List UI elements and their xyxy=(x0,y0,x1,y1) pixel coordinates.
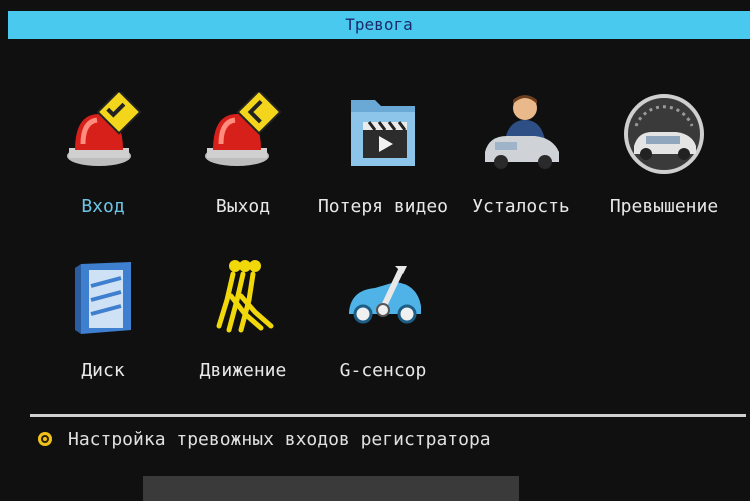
motion-icon xyxy=(201,256,285,340)
menu-item-video-loss[interactable]: Потеря видео xyxy=(318,92,448,252)
menu-item-label: Превышение xyxy=(609,196,719,217)
menu-item-label: G-сенсор xyxy=(339,360,427,381)
status-text: Настройка тревожных входов регистратора xyxy=(68,429,491,450)
speeding-icon xyxy=(622,92,706,176)
menu-item-label: Потеря видео xyxy=(317,196,449,217)
alarm-input-icon xyxy=(61,89,145,176)
menu-item-g-sensor[interactable]: G-сенсор xyxy=(323,256,443,416)
radio-bullet-icon xyxy=(38,432,52,446)
menu-item-alarm-input[interactable]: Вход xyxy=(43,89,163,252)
disk-icon xyxy=(61,256,145,340)
menu-item-label: Вход xyxy=(81,196,125,217)
g-sensor-icon xyxy=(341,256,425,340)
menu-item-label: Выход xyxy=(215,196,271,217)
dvr-alarm-menu: Тревога Вход Выход Потеря видео Усталост… xyxy=(0,0,750,501)
menu-item-disk[interactable]: Диск xyxy=(43,256,163,416)
menu-item-motion[interactable]: Движение xyxy=(183,256,303,416)
alarm-output-icon xyxy=(201,89,285,176)
menu-item-fatigue[interactable]: Усталость xyxy=(461,92,581,252)
menu-item-speeding[interactable]: Превышение xyxy=(604,92,724,252)
menu-item-label: Движение xyxy=(199,360,287,381)
bottom-bar xyxy=(143,476,519,501)
video-loss-icon xyxy=(341,92,425,176)
alarm-menu-grid: Вход Выход Потеря видео Усталость Превыш… xyxy=(0,0,750,400)
separator-line xyxy=(30,414,746,417)
fatigue-driver-icon xyxy=(479,92,563,176)
menu-item-alarm-output[interactable]: Выход xyxy=(183,89,303,252)
menu-item-label: Диск xyxy=(81,360,125,381)
menu-item-label: Усталость xyxy=(472,196,570,217)
